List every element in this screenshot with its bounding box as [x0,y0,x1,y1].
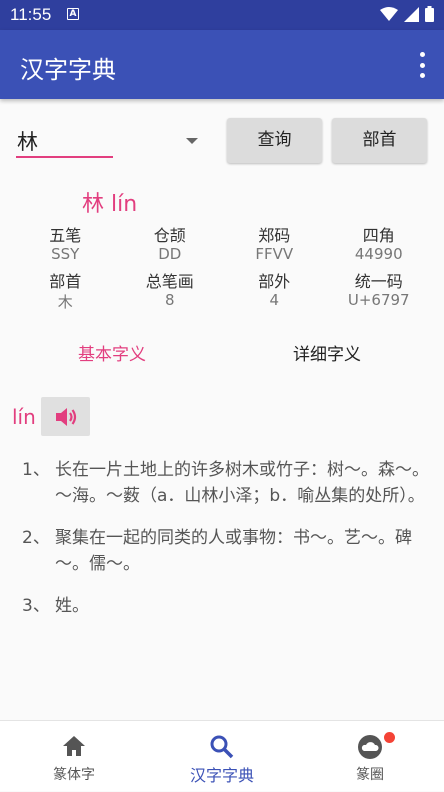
info-header: 部外 [258,272,291,291]
speaker-icon [55,407,76,426]
info-value: 8 [164,291,175,309]
info-header: 郑码 [258,226,291,245]
definition-number: 3、 [22,596,50,616]
info-value: 木 [57,293,73,311]
nav-item-dictionary[interactable]: 汉字字典 [148,721,296,792]
nav-item-seal-circle[interactable]: 篆圈 [296,721,444,792]
character-info-grid: 五笔 仓颉 郑码 四角 SSY DD FFVV 44990 部首 总笔画 部外 … [13,222,431,314]
info-header: 部首 [49,272,82,291]
definition-item: 1、 长在一片土地上的许多树木或竹子：树～。森～。～海。～薮（a．山林小泽；b．… [22,458,437,509]
a-box-icon: A [67,8,79,20]
info-value: DD [158,245,182,263]
character-title: 林 lín [82,192,138,217]
info-value: 44990 [354,245,403,263]
character-input[interactable]: 林 [16,126,113,158]
nav-label: 篆圈 [356,767,384,783]
info-header: 五笔 [49,226,82,245]
home-icon [63,736,85,756]
bottom-navigation: 篆体字 汉字字典 篆圈 [0,720,444,791]
radical-button[interactable]: 部首 [332,118,427,163]
definition-text: 长在一片土地上的许多树木或竹子：树～。森～。～海。～薮（a．山林小泽；b．喻丛集… [55,460,429,506]
info-value-row: SSY DD FFVV 44990 [13,245,431,268]
query-button[interactable]: 查询 [227,118,322,163]
nav-item-seal-script[interactable]: 篆体字 [0,721,148,792]
nav-label: 汉字字典 [189,766,254,785]
wifi-icon [380,6,398,21]
nav-label: 篆体字 [53,767,95,783]
more-vert-icon[interactable] [418,52,426,78]
battery-icon [425,6,434,22]
info-header-row: 五笔 仓颉 郑码 四角 [13,222,431,245]
definition-text: 姓。 [55,596,89,616]
definition-text: 聚集在一起的同类的人或事物：书～。艺～。碑～。儒～。 [55,528,412,574]
info-value-row: 木 8 4 U+6797 [13,291,431,314]
tab-detailed-meaning[interactable]: 详细字义 [293,340,361,365]
definitions-list: 1、 长在一片土地上的许多树木或竹子：树～。森～。～海。～薮（a．山林小泽；b．… [22,458,437,637]
info-header: 统一码 [354,272,403,291]
app-title: 汉字字典 [20,56,116,84]
info-value: SSY [51,245,80,263]
info-value: U+6797 [347,291,410,309]
definition-number: 2、 [22,528,50,548]
app-bar: 汉字字典 [0,30,444,99]
status-bar: 11:55 A [0,0,444,30]
info-header: 四角 [362,226,395,245]
info-header-row: 部首 总笔画 部外 统一码 [13,268,431,291]
signal-icon [404,6,419,22]
notification-badge [384,732,395,743]
info-value: 4 [269,291,280,309]
cloud-icon [358,735,382,759]
speaker-button[interactable] [41,397,90,436]
definition-number: 1、 [22,460,50,480]
status-time: 11:55 [10,5,52,24]
info-value: FFVV [255,245,294,263]
info-header: 仓颉 [153,226,186,245]
definition-item: 2、 聚集在一起的同类的人或事物：书～。艺～。碑～。儒～。 [22,526,437,577]
tab-basic-meaning[interactable]: 基本字义 [78,340,146,365]
pinyin-label: lín [12,405,36,429]
info-header: 总笔画 [145,272,194,291]
search-icon [210,735,234,759]
dropdown-arrow-icon[interactable] [186,138,198,144]
definition-item: 3、 姓。 [22,594,437,620]
